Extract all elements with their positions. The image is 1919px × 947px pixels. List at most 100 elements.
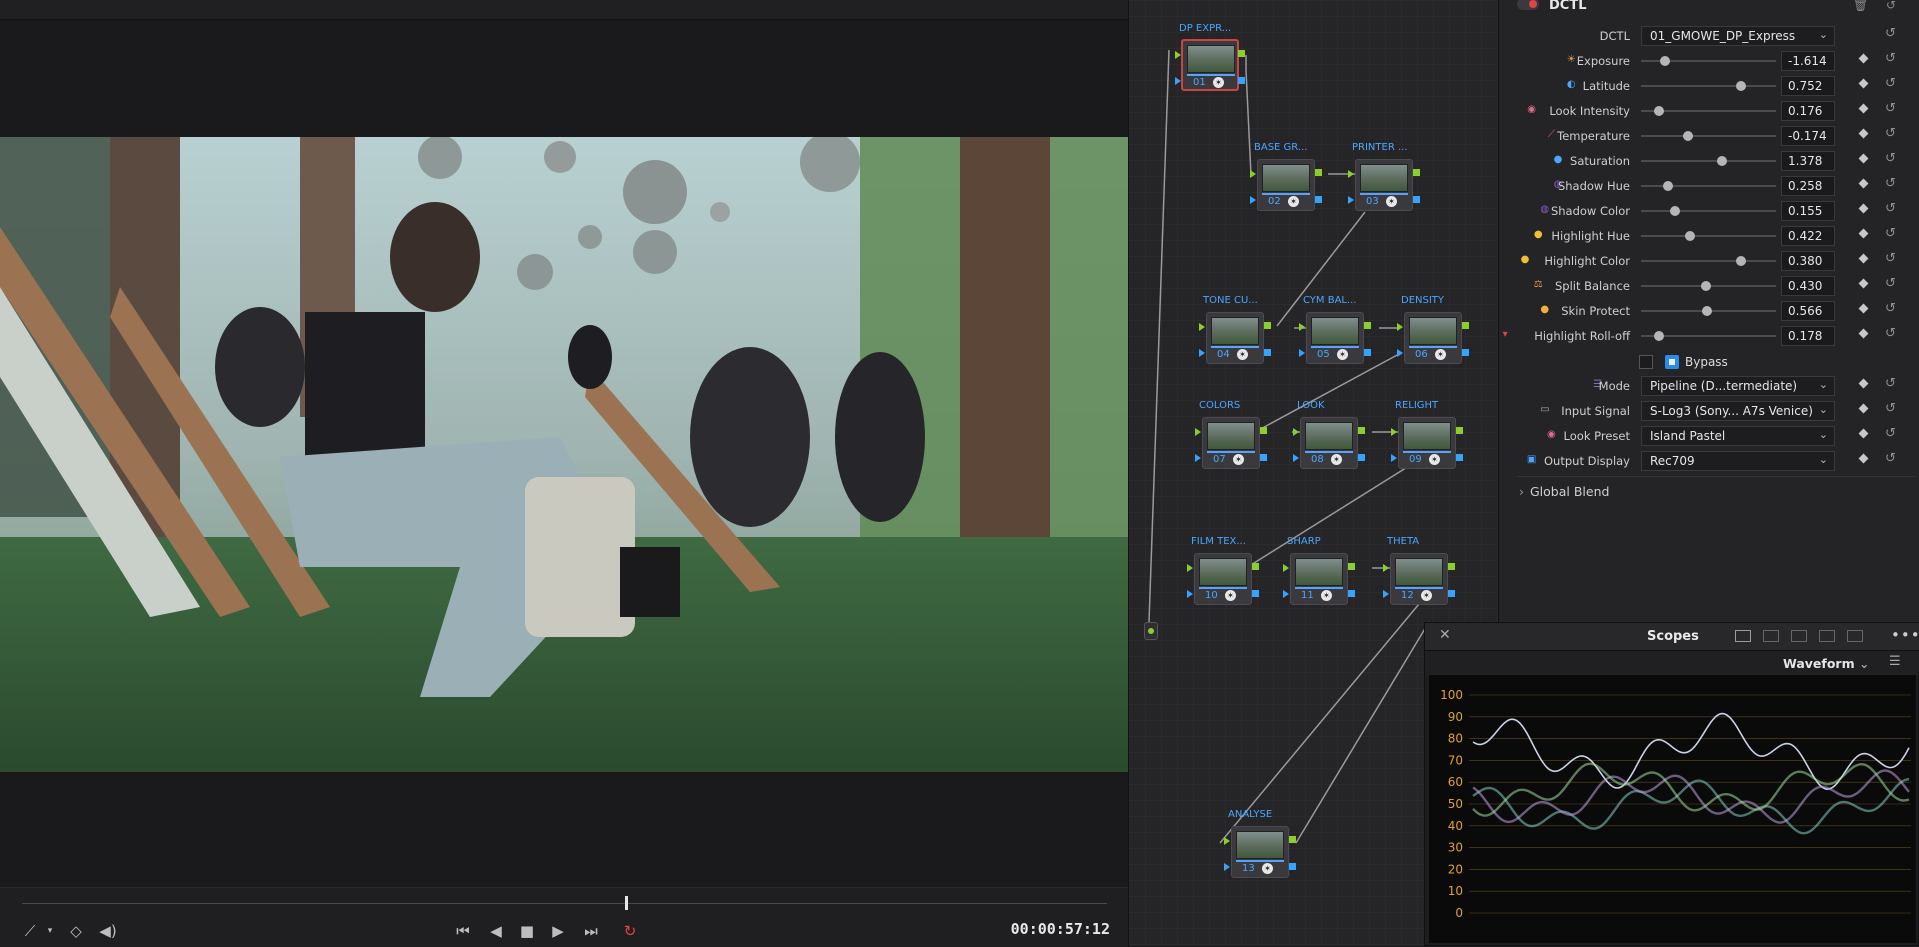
node-key-input-pin[interactable]: [1175, 77, 1181, 85]
bypass-checkbox[interactable]: [1639, 355, 1653, 369]
reset-icon[interactable]: ↺: [1885, 426, 1896, 441]
node-output-pin[interactable]: [1315, 169, 1322, 176]
node-key-input-pin[interactable]: [1397, 349, 1403, 357]
param-slider[interactable]: [1641, 306, 1776, 316]
node-input-pin[interactable]: [1293, 428, 1299, 436]
slider-knob[interactable]: [1684, 231, 1695, 241]
param-slider[interactable]: [1641, 56, 1776, 66]
node-02[interactable]: BASE GR... 02 ✶: [1250, 142, 1322, 211]
node-key-input-pin[interactable]: [1299, 349, 1305, 357]
slider-knob[interactable]: [1663, 181, 1673, 191]
keyframe-icon[interactable]: [1858, 328, 1869, 339]
scrub-timeline[interactable]: [22, 903, 1107, 904]
slider-knob[interactable]: [1700, 281, 1711, 291]
node-key-input-pin[interactable]: [1391, 454, 1397, 462]
node-fx-icon[interactable]: ✶: [1225, 590, 1236, 601]
node-fx-icon[interactable]: ✶: [1233, 454, 1244, 465]
node-fx-icon[interactable]: ✶: [1213, 77, 1224, 88]
keyframe-icon[interactable]: [1858, 178, 1869, 189]
slider-knob[interactable]: [1653, 106, 1664, 116]
param-value-field[interactable]: 0.176: [1781, 101, 1835, 121]
param-value-field[interactable]: -0.174: [1781, 126, 1835, 146]
node-input-pin[interactable]: [1224, 837, 1230, 845]
node-key-output-pin[interactable]: [1238, 77, 1245, 84]
reset-icon[interactable]: ↺: [1885, 276, 1896, 291]
node-fx-icon[interactable]: ✶: [1429, 454, 1440, 465]
reset-icon[interactable]: ↺: [1885, 176, 1896, 191]
node-input-pin[interactable]: [1195, 428, 1201, 436]
node-key-input-pin[interactable]: [1199, 349, 1205, 357]
node-fx-icon[interactable]: ✶: [1288, 196, 1299, 207]
keyframe-icon[interactable]: [1858, 228, 1869, 239]
node-03[interactable]: PRINTER ... 03 ✶: [1348, 142, 1420, 211]
node-key-input-pin[interactable]: [1224, 863, 1230, 871]
layout-quad-icon[interactable]: [1791, 630, 1807, 642]
reset-icon[interactable]: ↺: [1885, 76, 1896, 91]
reset-icon[interactable]: ↺: [1885, 26, 1896, 41]
node-key-output-pin[interactable]: [1413, 196, 1420, 203]
node-input-pin[interactable]: [1250, 170, 1256, 178]
slider-knob[interactable]: [1653, 331, 1664, 341]
playhead[interactable]: [625, 896, 628, 910]
reset-icon[interactable]: ↺: [1885, 151, 1896, 166]
node-output-pin[interactable]: [1358, 427, 1365, 434]
node-key-output-pin[interactable]: [1260, 454, 1267, 461]
reset-icon[interactable]: ↺: [1885, 51, 1896, 66]
reset-icon[interactable]: ↺: [1885, 376, 1896, 391]
play-reverse-icon[interactable]: ◀: [484, 921, 508, 941]
param-value-field[interactable]: 0.752: [1781, 76, 1835, 96]
param-slider[interactable]: [1641, 206, 1776, 216]
keyframe-icon[interactable]: [1858, 253, 1869, 264]
node-key-input-pin[interactable]: [1348, 196, 1354, 204]
chevron-down-icon[interactable]: ▾: [38, 921, 62, 941]
reset-icon[interactable]: ↺: [1885, 401, 1896, 416]
dctl-enable-toggle[interactable]: [1517, 0, 1539, 10]
node-key-output-pin[interactable]: [1315, 196, 1322, 203]
global-blend-section[interactable]: › Global Blend: [1519, 484, 1609, 499]
node-output-pin[interactable]: [1252, 563, 1259, 570]
param-value-field[interactable]: -1.614: [1781, 51, 1835, 71]
reset-icon[interactable]: ↺: [1885, 101, 1896, 116]
reset-all-icon[interactable]: ↺: [1886, 0, 1896, 12]
select-dropdown[interactable]: Pipeline (D...termediate) ⌄: [1641, 376, 1835, 396]
node-fx-icon[interactable]: ✶: [1262, 863, 1273, 874]
keyframe-icon[interactable]: [1858, 128, 1869, 139]
slider-knob[interactable]: [1669, 206, 1680, 216]
node-input-pin[interactable]: [1299, 323, 1305, 331]
reset-icon[interactable]: ↺: [1885, 226, 1896, 241]
keyframe-icon[interactable]: [1858, 428, 1869, 439]
keyframe-icon[interactable]: [1858, 103, 1869, 114]
param-slider[interactable]: [1641, 231, 1776, 241]
keyframe-icon[interactable]: [1858, 153, 1869, 164]
node-05[interactable]: CYM BAL... 05 ✶: [1299, 295, 1371, 364]
reset-icon[interactable]: ↺: [1885, 326, 1896, 341]
layout-grid-icon[interactable]: [1847, 630, 1863, 642]
node-output-pin[interactable]: [1260, 427, 1267, 434]
reset-icon[interactable]: ↺: [1885, 301, 1896, 316]
keyframe-icon[interactable]: [1858, 303, 1869, 314]
param-value-field[interactable]: 0.430: [1781, 276, 1835, 296]
viewer-image[interactable]: [0, 137, 1128, 772]
keyframe-icon[interactable]: [1858, 378, 1869, 389]
layout-rows-icon[interactable]: [1819, 630, 1835, 642]
param-slider[interactable]: [1641, 281, 1776, 291]
node-key-input-pin[interactable]: [1250, 196, 1256, 204]
param-value-field[interactable]: 0.566: [1781, 301, 1835, 321]
select-dropdown[interactable]: Rec709 ⌄: [1641, 451, 1835, 471]
reset-icon[interactable]: ↺: [1885, 126, 1896, 141]
node-input-pin[interactable]: [1187, 564, 1193, 572]
node-key-output-pin[interactable]: [1448, 590, 1455, 597]
node-input-pin[interactable]: [1348, 170, 1354, 178]
node-fx-icon[interactable]: ✶: [1237, 349, 1248, 360]
param-slider[interactable]: [1641, 181, 1776, 191]
layers-icon[interactable]: ◇: [64, 921, 88, 941]
param-slider[interactable]: [1641, 331, 1776, 341]
node-01[interactable]: DP EXPR... 01 ✶: [1175, 23, 1245, 91]
go-to-end-icon[interactable]: ⏭: [579, 921, 603, 941]
keyframe-icon[interactable]: [1858, 453, 1869, 464]
node-output-pin[interactable]: [1448, 563, 1455, 570]
node-output-pin[interactable]: [1413, 169, 1420, 176]
node-output-pin[interactable]: [1348, 563, 1355, 570]
layout-single-icon[interactable]: [1735, 630, 1751, 642]
node-key-input-pin[interactable]: [1195, 454, 1201, 462]
